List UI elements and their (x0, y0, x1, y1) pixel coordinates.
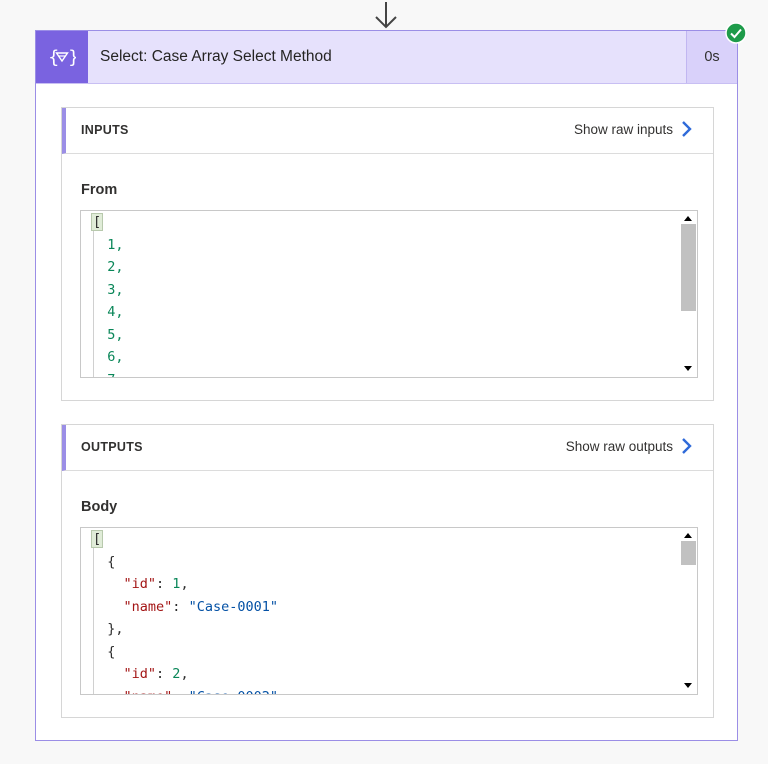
outputs-section: OUTPUTS Show raw outputs Body [ { "id": … (61, 424, 714, 718)
code-line: 3, (107, 281, 124, 298)
code-line: 4, (107, 304, 124, 320)
chevron-right-icon (682, 121, 692, 137)
code-line: "name": "Case-0001" (123, 598, 278, 615)
scroll-thumb[interactable] (681, 541, 696, 565)
code-line: 7 (107, 372, 115, 378)
from-code: [ 1, 2, 3, 4, 5, 6, 7 (91, 211, 124, 378)
inputs-header: INPUTS Show raw inputs (62, 108, 713, 154)
from-label: From (81, 182, 118, 198)
code-line: 5, (107, 326, 124, 343)
code-line: }, (107, 621, 124, 637)
from-code-viewer[interactable]: [ 1, 2, 3, 4, 5, 6, 7 (80, 210, 698, 378)
outputs-header: OUTPUTS Show raw outputs (62, 425, 713, 471)
code-line: [ (91, 530, 104, 548)
body-code-viewer[interactable]: [ { "id": 1, "name": "Case-0001" }, { "i… (80, 527, 698, 695)
success-check-icon (725, 22, 747, 44)
inputs-heading: INPUTS (81, 123, 129, 137)
inputs-section: INPUTS Show raw inputs From [ 1, 2, 3, 4… (61, 107, 714, 401)
scroll-thumb[interactable] (681, 224, 696, 311)
chevron-right-icon (682, 438, 692, 454)
code-line: 6, (107, 349, 124, 365)
body-label: Body (81, 499, 118, 515)
show-raw-outputs-link[interactable]: Show raw outputs (566, 437, 693, 455)
code-line: 1, (107, 236, 124, 253)
from-scrollbar[interactable] (680, 211, 697, 377)
body-code: [ { "id": 1, "name": "Case-0001" }, { "i… (91, 528, 278, 695)
code-line: "id": 2, (123, 666, 189, 682)
code-line: { (107, 553, 116, 570)
scroll-up-icon[interactable] (684, 216, 692, 221)
code-line: [ (91, 213, 104, 231)
code-line: "id": 1, (123, 576, 189, 592)
scroll-down-icon[interactable] (684, 683, 692, 688)
select-curly-braces-icon: { } (36, 31, 88, 83)
svg-text:}: } (68, 47, 76, 68)
code-line: { (107, 643, 116, 660)
scroll-down-icon[interactable] (684, 366, 692, 371)
show-raw-inputs-link[interactable]: Show raw inputs (574, 120, 693, 138)
code-line: "name": "Case-0002" (124, 689, 278, 695)
action-header[interactable]: { } Select: Case Array Select Method 0s (36, 31, 737, 84)
action-title: Select: Case Array Select Method (100, 48, 332, 65)
show-raw-inputs-label: Show raw inputs (573, 121, 673, 137)
show-raw-outputs-label: Show raw outputs (565, 438, 673, 454)
outputs-heading: OUTPUTS (81, 440, 143, 454)
code-line: 2, (107, 259, 124, 275)
action-card: { } Select: Case Array Select Method 0s … (35, 30, 738, 741)
scroll-up-icon[interactable] (684, 533, 692, 538)
body-scrollbar[interactable] (680, 528, 697, 694)
svg-text:{: { (48, 47, 59, 68)
flow-down-arrow-icon (375, 2, 397, 29)
